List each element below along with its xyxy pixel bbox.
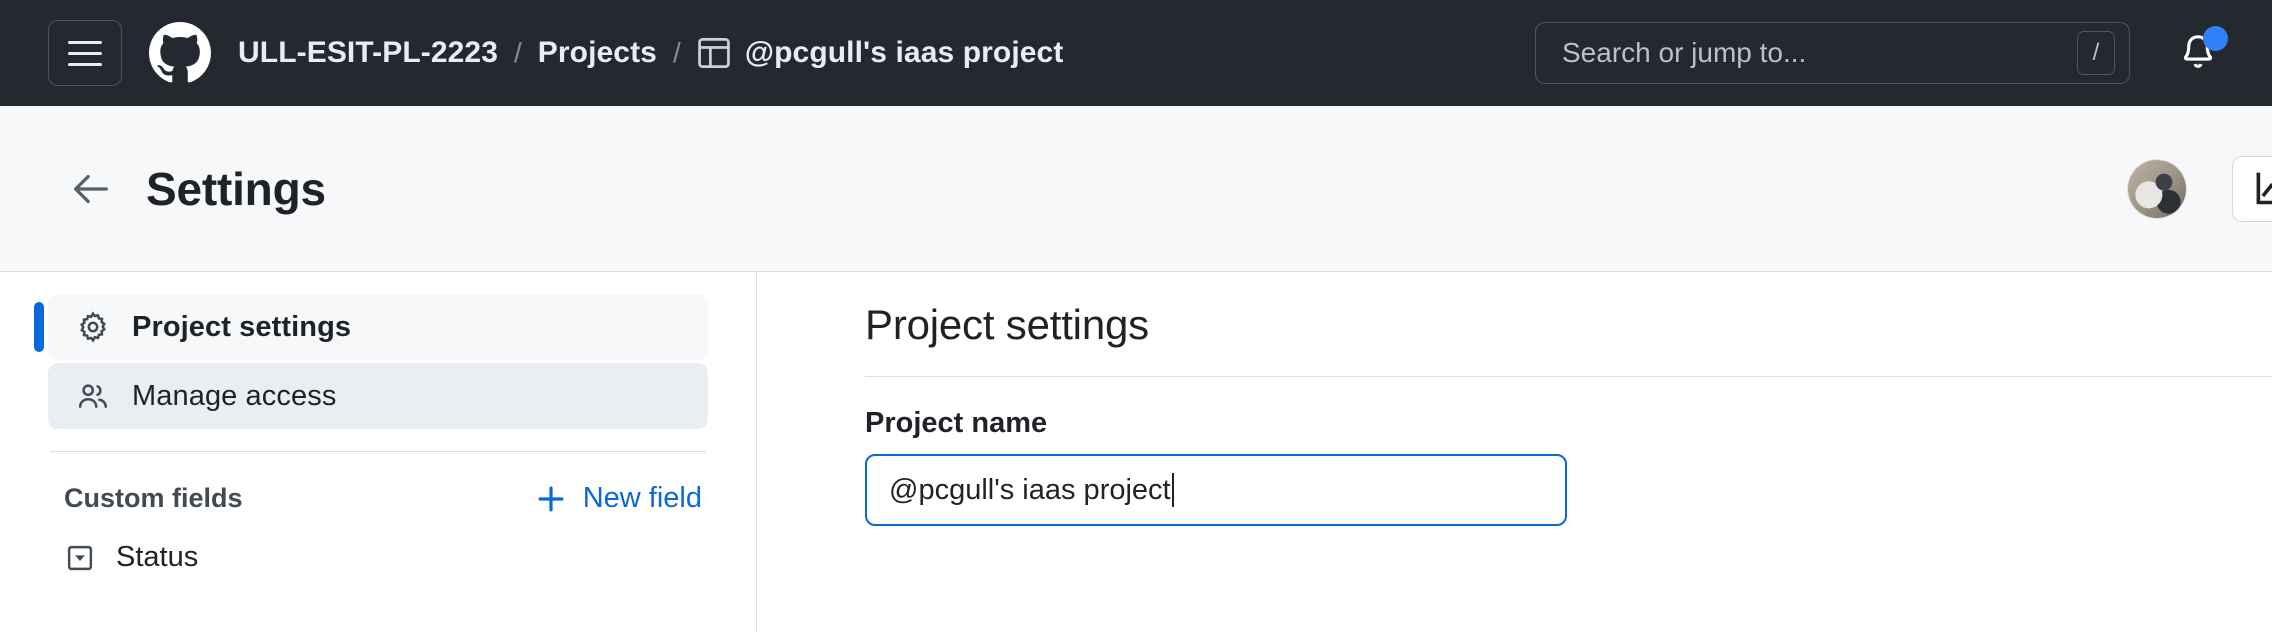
breadcrumb-separator-1: / [514,37,522,69]
custom-fields-header: Custom fields New field [48,482,708,515]
avatar[interactable] [2128,160,2186,218]
project-name-input[interactable]: @pcgull's iaas project [865,454,1567,526]
custom-field-status[interactable]: Status [48,541,708,574]
settings-body: Project settings Manage access Custom fi… [0,272,2272,632]
search-placeholder: Search or jump to... [1562,37,2077,69]
menu-icon[interactable] [48,20,122,86]
search-input[interactable]: Search or jump to... / [1535,22,2130,84]
project-name-label: Project name [865,407,2272,440]
project-name-value: @pcgull's iaas project [889,474,1171,507]
page-title: Settings [146,166,326,212]
sidebar-item-label: Project settings [132,311,351,344]
sidebar-item-label: Manage access [132,380,336,413]
github-logo-icon[interactable] [148,21,212,85]
settings-main-content: Project settings Project name @pcgull's … [757,272,2272,632]
global-header: ULL-ESIT-PL-2223 / Projects / @pcgull's … [0,0,2272,106]
selected-indicator [34,302,44,352]
new-field-label: New field [583,482,702,515]
settings-subheader: Settings [0,106,2272,272]
plus-icon [535,483,567,515]
single-select-icon [64,542,96,574]
people-icon [76,379,110,413]
new-field-button[interactable]: New field [535,482,702,515]
menu-bar-2 [68,52,102,55]
custom-field-label: Status [116,541,198,574]
insights-button[interactable] [2232,156,2272,222]
sidebar-item-project-settings[interactable]: Project settings [48,294,708,360]
sidebar-divider [50,451,706,452]
notification-unread-dot [2203,26,2228,51]
breadcrumb-separator-2: / [673,37,681,69]
arrow-left-icon[interactable] [68,166,114,212]
search-shortcut-badge: / [2077,31,2115,75]
menu-bar-3 [68,63,102,66]
project-table-icon [697,36,731,70]
section-title: Project settings [865,300,2272,350]
sidebar-item-manage-access[interactable]: Manage access [48,363,708,429]
breadcrumb-org[interactable]: ULL-ESIT-PL-2223 [238,36,498,70]
breadcrumb-projects[interactable]: Projects [538,36,657,70]
text-caret [1172,473,1174,507]
breadcrumb: ULL-ESIT-PL-2223 / Projects / @pcgull's … [238,36,1063,70]
gear-icon [76,310,110,344]
section-divider [865,376,2272,377]
custom-fields-title: Custom fields [64,483,243,514]
breadcrumb-project-name[interactable]: @pcgull's iaas project [745,36,1064,70]
bell-icon[interactable] [2172,27,2224,79]
settings-sidebar: Project settings Manage access Custom fi… [0,272,757,632]
menu-bar-1 [68,41,102,44]
